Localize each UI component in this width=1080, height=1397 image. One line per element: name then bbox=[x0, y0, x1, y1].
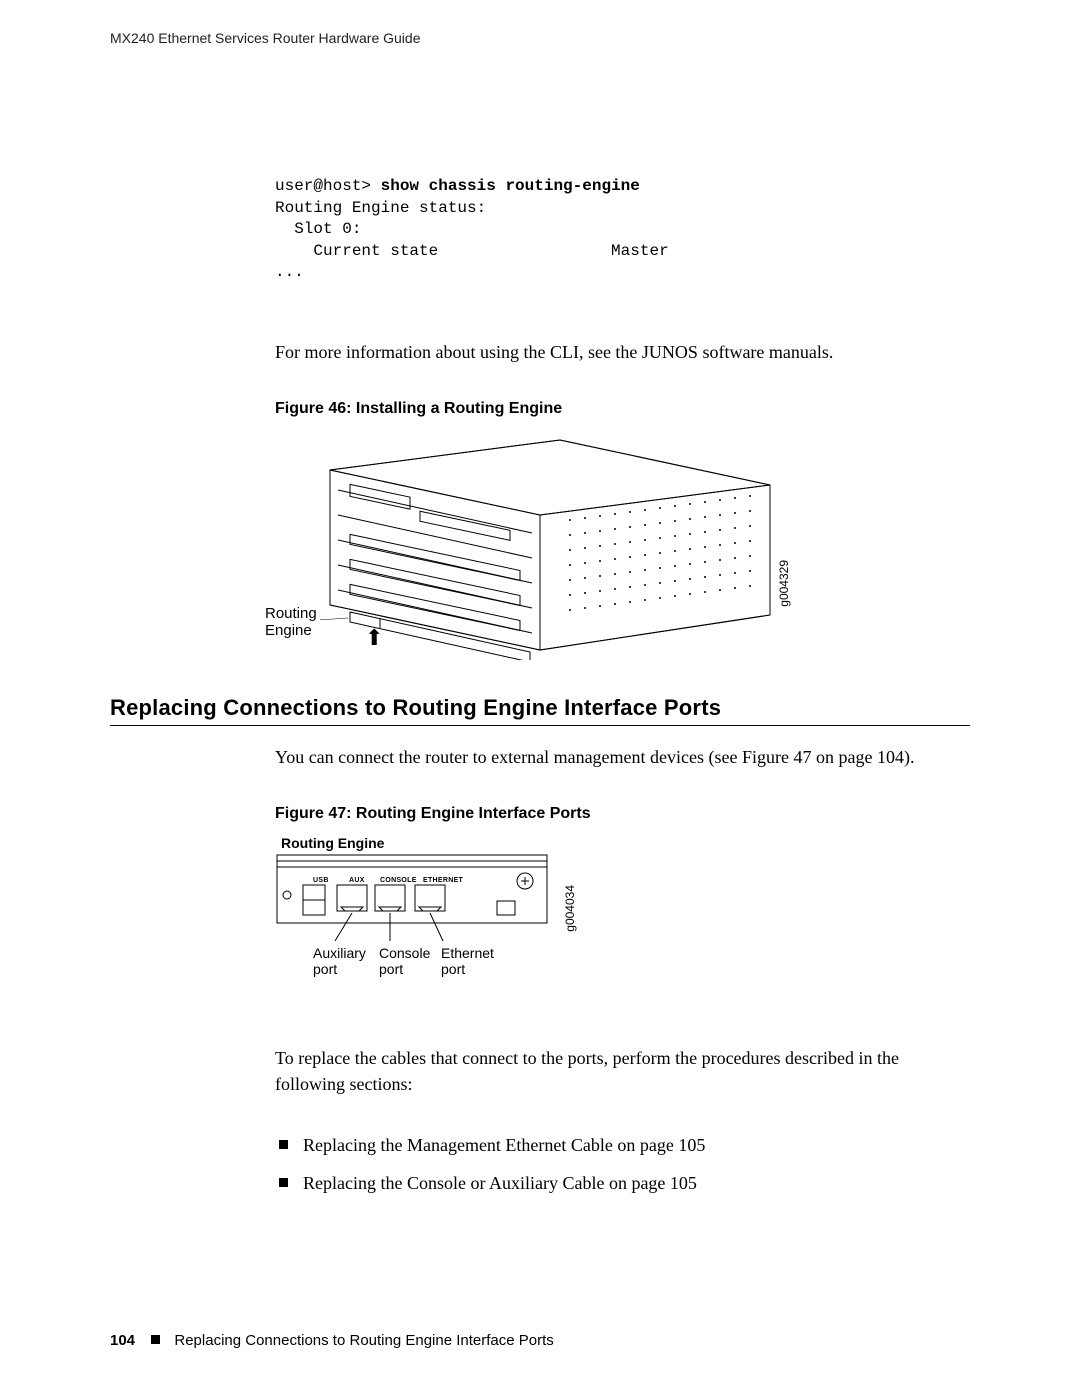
router-chassis-diagram bbox=[320, 430, 780, 660]
paragraph-replace: To replace the cables that connect to th… bbox=[275, 1045, 970, 1097]
callout-aux: Auxiliary port bbox=[313, 945, 366, 977]
list-item: Replacing the Management Ethernet Cable … bbox=[275, 1132, 970, 1160]
callout-console: Console port bbox=[379, 945, 430, 977]
list-item: Replacing the Console or Auxiliary Cable… bbox=[275, 1170, 970, 1198]
procedure-list: Replacing the Management Ethernet Cable … bbox=[275, 1132, 970, 1198]
paragraph-intro: You can connect the router to external m… bbox=[275, 744, 970, 770]
page: MX240 Ethernet Services Router Hardware … bbox=[0, 0, 1080, 1397]
cli-line: ... bbox=[275, 263, 304, 281]
running-head: MX240 Ethernet Services Router Hardware … bbox=[110, 30, 970, 46]
paragraph-cli-info: For more information about using the CLI… bbox=[275, 339, 970, 365]
page-number: 104 bbox=[110, 1332, 135, 1349]
figure-47-title: Routing Engine bbox=[281, 835, 384, 851]
callout-eth: Ethernet port bbox=[441, 945, 494, 977]
footer-text: Replacing Connections to Routing Engine … bbox=[174, 1332, 553, 1349]
content-area: user@host> show chassis routing-engine R… bbox=[110, 176, 970, 1198]
figure-47-caption: Figure 47: Routing Engine Interface Port… bbox=[275, 805, 970, 823]
cli-output: user@host> show chassis routing-engine R… bbox=[275, 176, 970, 284]
section-heading: Replacing Connections to Routing Engine … bbox=[110, 695, 970, 721]
figure-47-gcode: g004034 bbox=[563, 885, 577, 932]
cli-line: Current state Master bbox=[275, 242, 669, 260]
page-footer: 104 Replacing Connections to Routing Eng… bbox=[110, 1332, 554, 1349]
cli-line: Slot 0: bbox=[275, 220, 361, 238]
cli-line: Routing Engine status: bbox=[275, 199, 486, 217]
cli-command: show chassis routing-engine bbox=[381, 177, 640, 195]
cli-prompt: user@host> bbox=[275, 177, 381, 195]
routing-engine-label: Routing Engine bbox=[265, 605, 317, 640]
figure-46-caption: Figure 46: Installing a Routing Engine bbox=[275, 400, 970, 418]
routing-engine-ports-diagram bbox=[275, 853, 565, 943]
figure-47: Routing Engine USB AUX CONSOLE ETHERNET bbox=[275, 835, 605, 1000]
footer-bullet-icon bbox=[151, 1335, 160, 1344]
figure-46: Routing Engine g004329 ⬆ bbox=[265, 430, 785, 665]
section-rule bbox=[110, 725, 970, 726]
